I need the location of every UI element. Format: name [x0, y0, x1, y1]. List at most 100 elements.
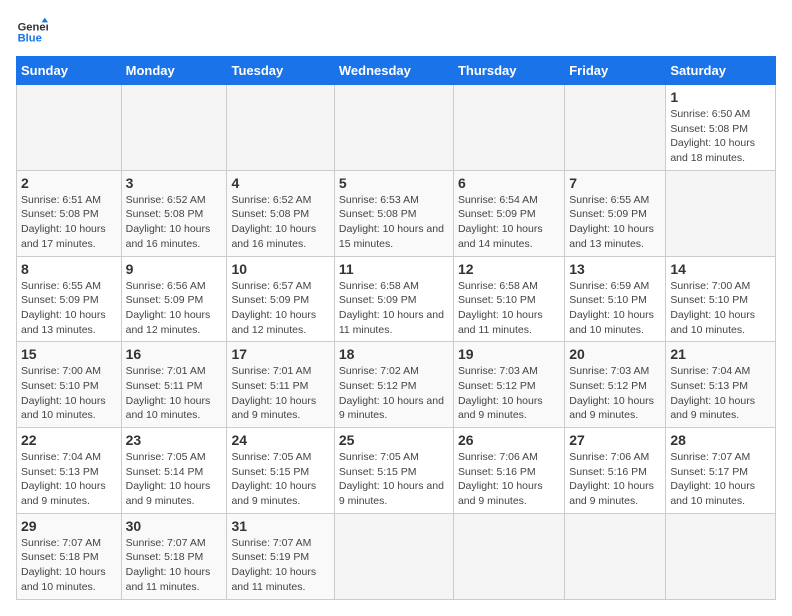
- day-info: Sunrise: 6:51 AM Sunset: 5:08 PM Dayligh…: [21, 193, 117, 252]
- day-info: Sunrise: 6:54 AM Sunset: 5:09 PM Dayligh…: [458, 193, 560, 252]
- day-info: Sunrise: 7:07 AM Sunset: 5:17 PM Dayligh…: [670, 450, 771, 509]
- calendar-cell: 1 Sunrise: 6:50 AM Sunset: 5:08 PM Dayli…: [666, 85, 776, 171]
- calendar-cell: [17, 85, 122, 171]
- calendar-header: SundayMondayTuesdayWednesdayThursdayFrid…: [17, 57, 776, 85]
- calendar-cell: 28 Sunrise: 7:07 AM Sunset: 5:17 PM Dayl…: [666, 428, 776, 514]
- day-number: 22: [21, 432, 117, 448]
- calendar-cell: [334, 513, 453, 599]
- day-info: Sunrise: 7:00 AM Sunset: 5:10 PM Dayligh…: [670, 279, 771, 338]
- day-info: Sunrise: 7:05 AM Sunset: 5:14 PM Dayligh…: [126, 450, 223, 509]
- calendar-cell: 21 Sunrise: 7:04 AM Sunset: 5:13 PM Dayl…: [666, 342, 776, 428]
- day-number: 4: [231, 175, 329, 191]
- day-info: Sunrise: 7:01 AM Sunset: 5:11 PM Dayligh…: [231, 364, 329, 423]
- calendar-cell: 26 Sunrise: 7:06 AM Sunset: 5:16 PM Dayl…: [453, 428, 564, 514]
- calendar-cell: [565, 85, 666, 171]
- calendar-cell: 9 Sunrise: 6:56 AM Sunset: 5:09 PM Dayli…: [121, 256, 227, 342]
- day-info: Sunrise: 6:52 AM Sunset: 5:08 PM Dayligh…: [126, 193, 223, 252]
- logo: General Blue: [16, 16, 48, 48]
- calendar-cell: 7 Sunrise: 6:55 AM Sunset: 5:09 PM Dayli…: [565, 170, 666, 256]
- calendar-week-3: 8 Sunrise: 6:55 AM Sunset: 5:09 PM Dayli…: [17, 256, 776, 342]
- day-info: Sunrise: 6:57 AM Sunset: 5:09 PM Dayligh…: [231, 279, 329, 338]
- calendar-cell: 18 Sunrise: 7:02 AM Sunset: 5:12 PM Dayl…: [334, 342, 453, 428]
- day-number: 13: [569, 261, 661, 277]
- svg-text:General: General: [18, 21, 48, 33]
- day-number: 10: [231, 261, 329, 277]
- calendar-cell: 22 Sunrise: 7:04 AM Sunset: 5:13 PM Dayl…: [17, 428, 122, 514]
- calendar-cell: 27 Sunrise: 7:06 AM Sunset: 5:16 PM Dayl…: [565, 428, 666, 514]
- day-number: 1: [670, 89, 771, 105]
- calendar-cell: 15 Sunrise: 7:00 AM Sunset: 5:10 PM Dayl…: [17, 342, 122, 428]
- day-number: 5: [339, 175, 449, 191]
- calendar-cell: 16 Sunrise: 7:01 AM Sunset: 5:11 PM Dayl…: [121, 342, 227, 428]
- calendar-week-4: 15 Sunrise: 7:00 AM Sunset: 5:10 PM Dayl…: [17, 342, 776, 428]
- calendar-cell: [227, 85, 334, 171]
- calendar-cell: 29 Sunrise: 7:07 AM Sunset: 5:18 PM Dayl…: [17, 513, 122, 599]
- calendar-table: SundayMondayTuesdayWednesdayThursdayFrid…: [16, 56, 776, 600]
- calendar-cell: 24 Sunrise: 7:05 AM Sunset: 5:15 PM Dayl…: [227, 428, 334, 514]
- day-info: Sunrise: 6:52 AM Sunset: 5:08 PM Dayligh…: [231, 193, 329, 252]
- day-number: 26: [458, 432, 560, 448]
- day-info: Sunrise: 7:06 AM Sunset: 5:16 PM Dayligh…: [458, 450, 560, 509]
- calendar-cell: 6 Sunrise: 6:54 AM Sunset: 5:09 PM Dayli…: [453, 170, 564, 256]
- day-number: 31: [231, 518, 329, 534]
- calendar-cell: 13 Sunrise: 6:59 AM Sunset: 5:10 PM Dayl…: [565, 256, 666, 342]
- calendar-cell: 2 Sunrise: 6:51 AM Sunset: 5:08 PM Dayli…: [17, 170, 122, 256]
- calendar-cell: [121, 85, 227, 171]
- day-info: Sunrise: 7:07 AM Sunset: 5:18 PM Dayligh…: [126, 536, 223, 595]
- day-number: 18: [339, 346, 449, 362]
- logo-icon: General Blue: [16, 16, 48, 48]
- day-header-saturday: Saturday: [666, 57, 776, 85]
- day-info: Sunrise: 7:04 AM Sunset: 5:13 PM Dayligh…: [21, 450, 117, 509]
- day-number: 11: [339, 261, 449, 277]
- calendar-week-5: 22 Sunrise: 7:04 AM Sunset: 5:13 PM Dayl…: [17, 428, 776, 514]
- day-number: 15: [21, 346, 117, 362]
- calendar-cell: [453, 85, 564, 171]
- calendar-cell: [666, 170, 776, 256]
- day-number: 6: [458, 175, 560, 191]
- day-number: 8: [21, 261, 117, 277]
- calendar-cell: 4 Sunrise: 6:52 AM Sunset: 5:08 PM Dayli…: [227, 170, 334, 256]
- day-number: 25: [339, 432, 449, 448]
- day-number: 28: [670, 432, 771, 448]
- day-number: 16: [126, 346, 223, 362]
- day-number: 24: [231, 432, 329, 448]
- day-number: 23: [126, 432, 223, 448]
- day-info: Sunrise: 7:03 AM Sunset: 5:12 PM Dayligh…: [569, 364, 661, 423]
- day-number: 17: [231, 346, 329, 362]
- day-header-monday: Monday: [121, 57, 227, 85]
- calendar-cell: 19 Sunrise: 7:03 AM Sunset: 5:12 PM Dayl…: [453, 342, 564, 428]
- day-header-friday: Friday: [565, 57, 666, 85]
- calendar-cell: 23 Sunrise: 7:05 AM Sunset: 5:14 PM Dayl…: [121, 428, 227, 514]
- day-number: 29: [21, 518, 117, 534]
- calendar-week-1: 1 Sunrise: 6:50 AM Sunset: 5:08 PM Dayli…: [17, 85, 776, 171]
- day-info: Sunrise: 7:07 AM Sunset: 5:19 PM Dayligh…: [231, 536, 329, 595]
- day-info: Sunrise: 7:02 AM Sunset: 5:12 PM Dayligh…: [339, 364, 449, 423]
- day-number: 19: [458, 346, 560, 362]
- day-number: 3: [126, 175, 223, 191]
- day-info: Sunrise: 6:55 AM Sunset: 5:09 PM Dayligh…: [569, 193, 661, 252]
- day-info: Sunrise: 7:04 AM Sunset: 5:13 PM Dayligh…: [670, 364, 771, 423]
- calendar-cell: [666, 513, 776, 599]
- day-info: Sunrise: 7:03 AM Sunset: 5:12 PM Dayligh…: [458, 364, 560, 423]
- calendar-cell: [334, 85, 453, 171]
- calendar-week-2: 2 Sunrise: 6:51 AM Sunset: 5:08 PM Dayli…: [17, 170, 776, 256]
- calendar-cell: [453, 513, 564, 599]
- day-number: 27: [569, 432, 661, 448]
- calendar-cell: 30 Sunrise: 7:07 AM Sunset: 5:18 PM Dayl…: [121, 513, 227, 599]
- day-info: Sunrise: 7:05 AM Sunset: 5:15 PM Dayligh…: [339, 450, 449, 509]
- calendar-cell: 25 Sunrise: 7:05 AM Sunset: 5:15 PM Dayl…: [334, 428, 453, 514]
- day-header-sunday: Sunday: [17, 57, 122, 85]
- calendar-cell: 10 Sunrise: 6:57 AM Sunset: 5:09 PM Dayl…: [227, 256, 334, 342]
- calendar-cell: 31 Sunrise: 7:07 AM Sunset: 5:19 PM Dayl…: [227, 513, 334, 599]
- day-info: Sunrise: 7:05 AM Sunset: 5:15 PM Dayligh…: [231, 450, 329, 509]
- header: General Blue: [16, 16, 776, 48]
- day-info: Sunrise: 7:00 AM Sunset: 5:10 PM Dayligh…: [21, 364, 117, 423]
- day-info: Sunrise: 7:07 AM Sunset: 5:18 PM Dayligh…: [21, 536, 117, 595]
- day-info: Sunrise: 6:53 AM Sunset: 5:08 PM Dayligh…: [339, 193, 449, 252]
- day-info: Sunrise: 6:50 AM Sunset: 5:08 PM Dayligh…: [670, 107, 771, 166]
- day-header-tuesday: Tuesday: [227, 57, 334, 85]
- calendar-cell: 14 Sunrise: 7:00 AM Sunset: 5:10 PM Dayl…: [666, 256, 776, 342]
- calendar-cell: 3 Sunrise: 6:52 AM Sunset: 5:08 PM Dayli…: [121, 170, 227, 256]
- day-info: Sunrise: 6:58 AM Sunset: 5:09 PM Dayligh…: [339, 279, 449, 338]
- day-number: 7: [569, 175, 661, 191]
